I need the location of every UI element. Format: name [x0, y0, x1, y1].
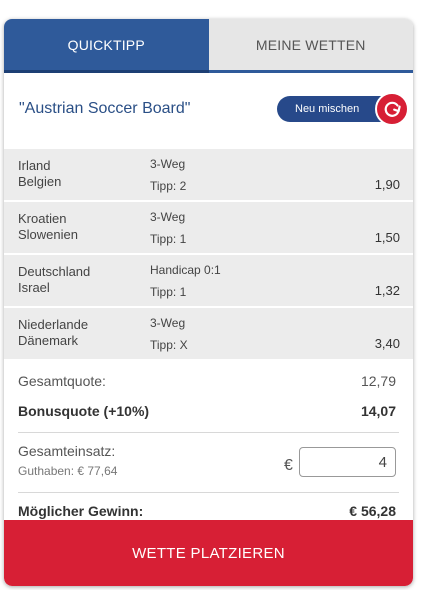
bet-row: Niederlande Dänemark 3-Weg Tipp: X 3,40: [4, 308, 413, 361]
total-odds-label: Gesamtquote:: [18, 373, 106, 389]
shuffle-button-label: Neu mischen: [295, 103, 360, 115]
bet-tip: Tipp: X: [150, 338, 188, 352]
balance-label: Guthaben: € 77,64: [18, 464, 118, 478]
bet-slip-card: QUICKTIPP MEINE WETTEN "Austrian Soccer …: [4, 19, 413, 586]
bet-row: Kroatien Slowenien 3-Weg Tipp: 1 1,50: [4, 202, 413, 255]
away-team: Slowenien: [18, 227, 78, 242]
bet-market: Handicap 0:1: [150, 263, 221, 277]
place-bet-button[interactable]: WETTE PLATZIEREN: [4, 520, 413, 586]
bet-odds: 1,90: [374, 177, 400, 192]
divider: [18, 492, 399, 493]
bonus-odds-label: Bonusquote (+10%): [18, 403, 150, 419]
tab-quicktipp[interactable]: QUICKTIPP: [4, 19, 209, 73]
home-team: Niederlande: [18, 317, 89, 332]
home-team: Deutschland: [18, 264, 91, 279]
bet-row: Deutschland Israel Handicap 0:1 Tipp: 1 …: [4, 255, 413, 308]
bet-tip: Tipp: 1: [150, 285, 187, 299]
tab-bar: QUICKTIPP MEINE WETTEN: [4, 19, 413, 73]
bonus-odds-value: 14,07: [360, 403, 396, 419]
away-team: Belgien: [18, 174, 62, 189]
away-team: Dänemark: [18, 333, 78, 348]
bet-tip: Tipp: 1: [150, 232, 187, 246]
bet-odds: 1,50: [374, 230, 400, 245]
bet-tip: Tipp: 2: [150, 179, 187, 193]
home-team: Irland: [18, 158, 51, 173]
total-odds-value: 12,79: [360, 373, 396, 389]
currency-symbol: €: [284, 457, 293, 474]
refresh-icon[interactable]: [375, 92, 409, 126]
bet-odds: 3,40: [374, 336, 400, 351]
home-team: Kroatien: [18, 211, 67, 226]
bet-market: 3-Weg: [150, 210, 186, 224]
stake-label: Gesamteinsatz:: [18, 443, 116, 459]
bet-summary: Gesamtquote: 12,79 Bonusquote (+10%) 14,…: [4, 361, 413, 529]
shuffle-button[interactable]: Neu mischen: [277, 92, 409, 126]
possible-win-label: Möglicher Gewinn:: [18, 503, 144, 519]
board-title: "Austrian Soccer Board": [19, 100, 191, 117]
bet-list: Irland Belgien 3-Weg Tipp: 2 1,90 Kroati…: [4, 149, 413, 361]
possible-win-value: € 56,28: [349, 503, 396, 519]
board-header: "Austrian Soccer Board" Neu mischen: [4, 73, 413, 149]
bet-market: 3-Weg: [150, 157, 186, 171]
tab-meine-wetten[interactable]: MEINE WETTEN: [208, 19, 413, 73]
stake-input[interactable]: [299, 447, 396, 477]
bet-odds: 1,32: [374, 283, 400, 298]
bet-market: 3-Weg: [150, 316, 186, 330]
divider: [18, 432, 399, 433]
away-team: Israel: [18, 280, 50, 295]
bet-row: Irland Belgien 3-Weg Tipp: 2 1,90: [4, 149, 413, 202]
